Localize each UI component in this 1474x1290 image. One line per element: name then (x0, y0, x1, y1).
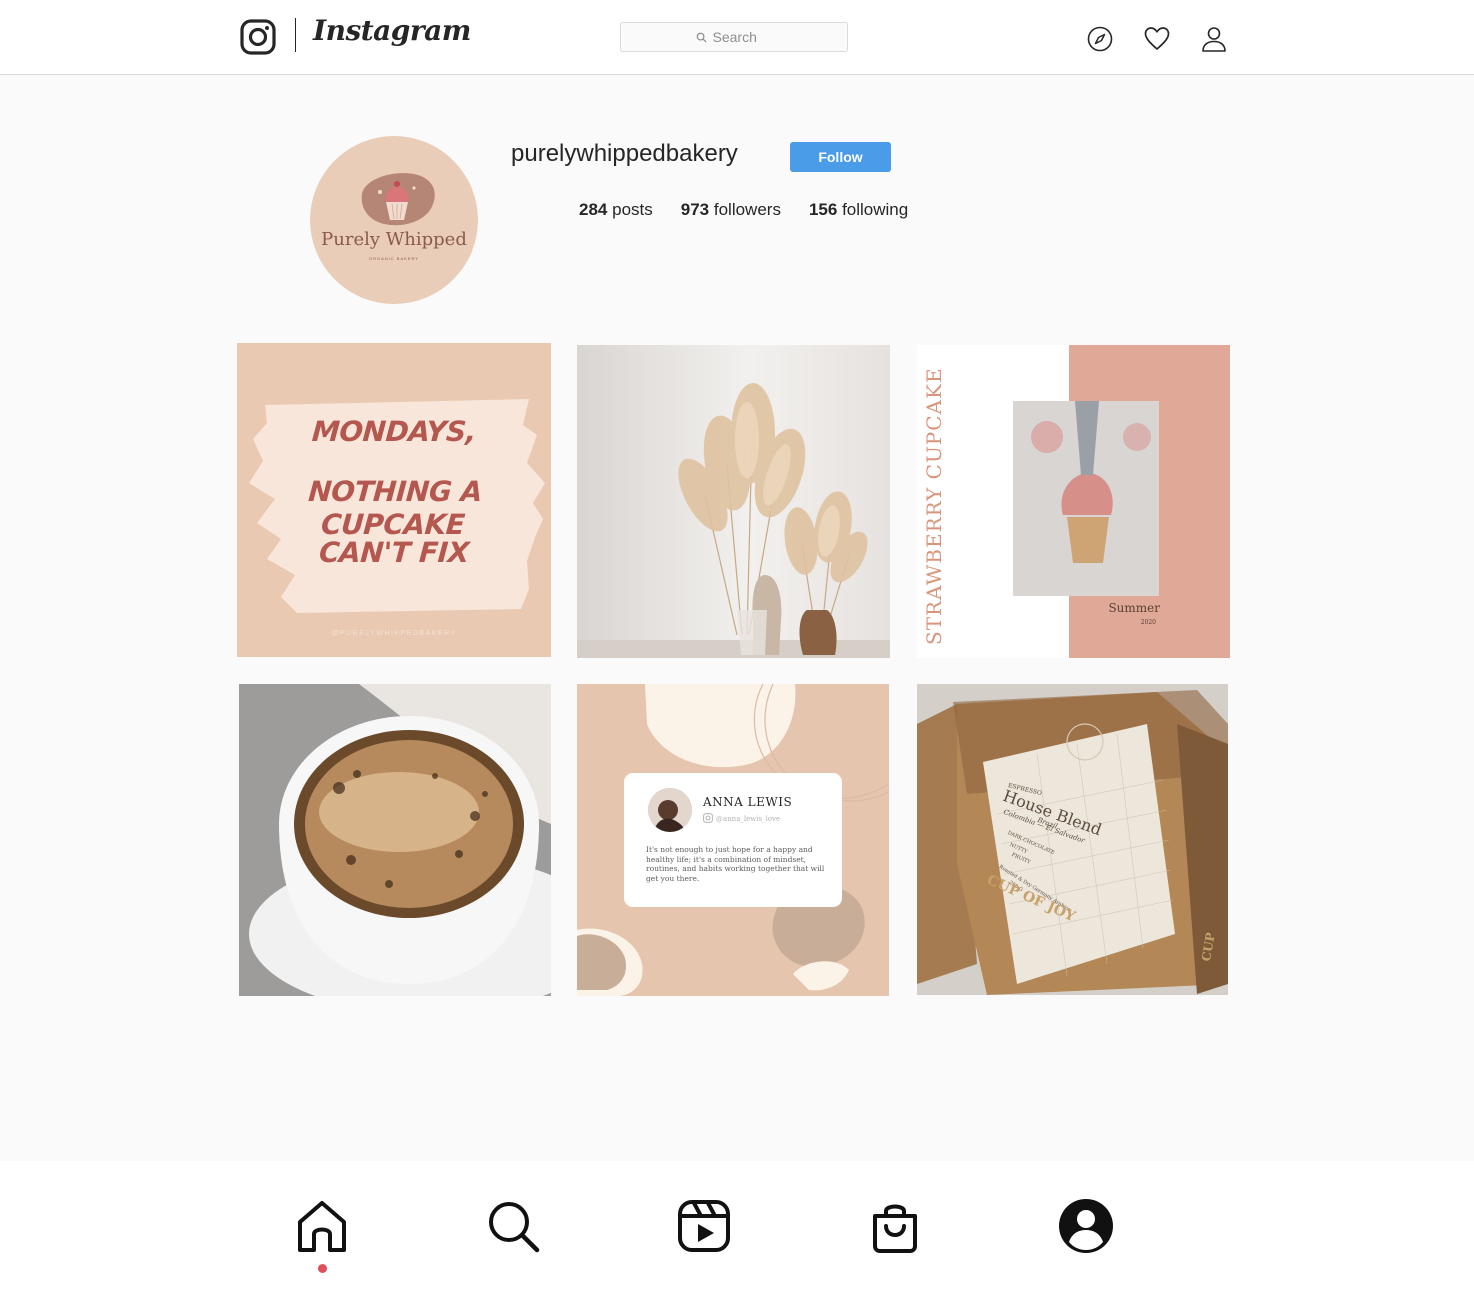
top-header: Instagram (0, 0, 1474, 75)
cupcake-vertical-title: STRAWBERRY CUPCAKE (922, 367, 946, 645)
pampas-photo (577, 345, 890, 658)
search-icon (489, 1202, 540, 1253)
post-pampas[interactable] (577, 345, 890, 658)
instagram-glyph-icon[interactable] (240, 19, 276, 55)
post-coffee[interactable] (239, 684, 551, 996)
testimonial-name: ANNA LEWIS (703, 795, 793, 809)
cupcake-season: Summer (1108, 601, 1160, 615)
testimonial-text: It's not enough to just hope for a happy… (646, 845, 825, 883)
quote-line-1: MONDAYS, (310, 415, 478, 448)
compass-icon[interactable] (1086, 25, 1114, 53)
cupcake-photo (1013, 345, 1230, 658)
avatar-brand-name: Purely Whipped (321, 229, 467, 250)
avatar-tagline: ORGANIC BAKERY (369, 256, 419, 261)
nav-profile[interactable] (1056, 1196, 1116, 1256)
testimonial-avatar (648, 788, 692, 832)
profile-username: purelywhippedbakery (511, 140, 738, 167)
post-testimonial[interactable]: ANNA LEWIS @anna_lewis_love It's not eno… (577, 684, 889, 996)
nav-reels[interactable] (674, 1196, 734, 1256)
cupcake-logo-icon (361, 173, 435, 226)
search-box[interactable] (620, 22, 848, 52)
logo-divider (295, 18, 296, 52)
search-icon (696, 32, 707, 43)
active-indicator-dot (318, 1264, 327, 1273)
post-strawberry-cupcake[interactable]: STRAWBERRY CUPCAKE Summer 2020 (917, 345, 1230, 658)
quote-line-2: NOTHING A CUPCAKE (307, 475, 484, 541)
testimonial-handle: @anna_lewis_love (716, 815, 781, 823)
post-coffee-package[interactable]: ESPRESSO House Blend Colombia — El Salva… (917, 684, 1228, 995)
profile-icon (1059, 1199, 1113, 1253)
nav-search[interactable] (483, 1196, 543, 1256)
home-icon (298, 1201, 346, 1252)
testimonial-card: ANNA LEWIS @anna_lewis_love It's not eno… (624, 773, 842, 907)
heart-icon[interactable] (1143, 25, 1171, 53)
followers-count[interactable]: 973 followers (681, 200, 781, 220)
profile-avatar[interactable]: Purely Whipped ORGANIC BAKERY (310, 136, 478, 304)
cupcake-year: 2020 (1140, 619, 1156, 626)
quote-handle: @PURELYWHIPPEDBAKERY (331, 630, 457, 637)
reels-icon (678, 1200, 730, 1252)
instagram-wordmark[interactable]: Instagram (313, 14, 471, 47)
user-icon[interactable] (1200, 25, 1228, 53)
search-input[interactable] (712, 29, 773, 45)
quote-line-3: CAN'T FIX (317, 536, 471, 569)
posts-count: 284 posts (579, 200, 653, 219)
post-quote[interactable]: MONDAYS, NOTHING A CUPCAKE CAN'T FIX @PU… (237, 343, 551, 657)
coffee-photo (239, 684, 551, 996)
follow-button[interactable]: Follow (790, 142, 891, 172)
profile-stats: 284 posts 973 followers 156 following (579, 200, 908, 220)
nav-shop[interactable] (865, 1196, 925, 1256)
nav-home[interactable] (292, 1196, 352, 1256)
bottom-nav (0, 1161, 1474, 1290)
shop-icon (873, 1204, 917, 1253)
following-count[interactable]: 156 following (809, 200, 908, 220)
instagram-small-icon (703, 813, 713, 823)
